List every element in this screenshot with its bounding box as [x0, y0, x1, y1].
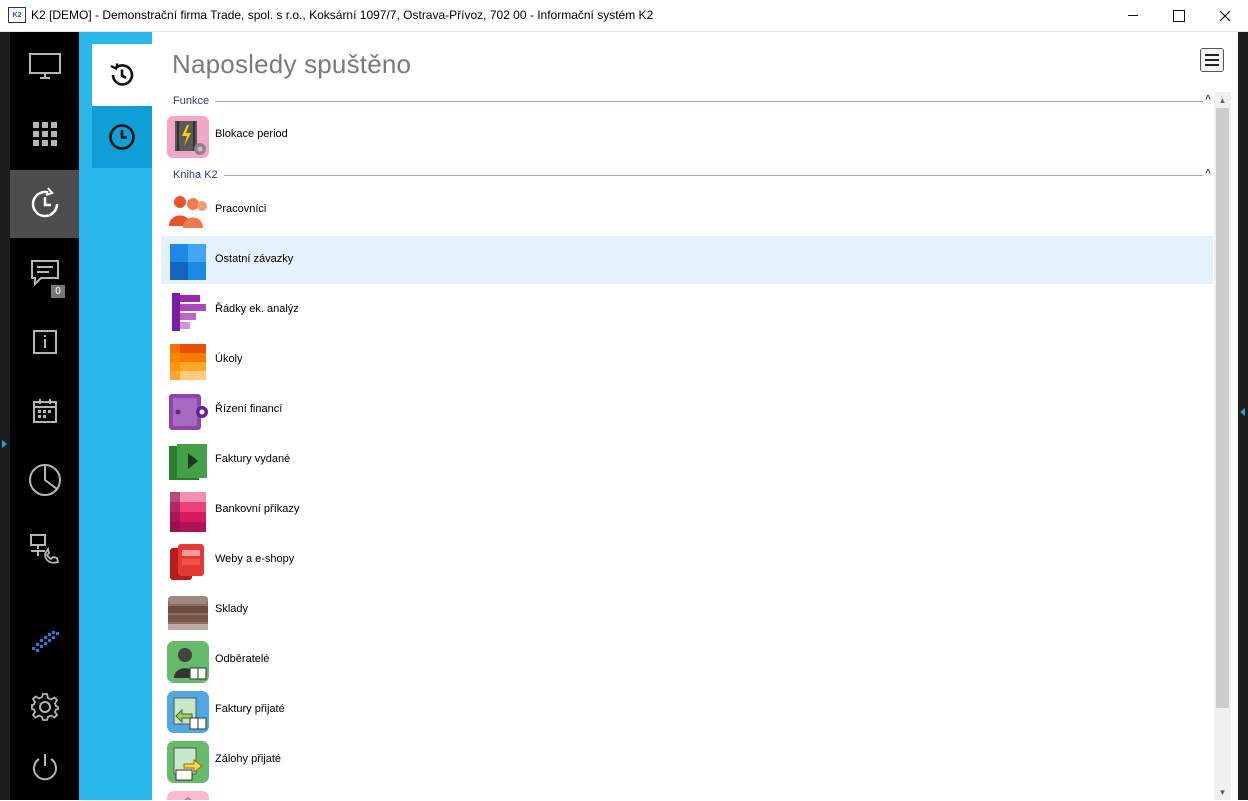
- list-item-pracovnici[interactable]: Pracovníci: [161, 186, 1213, 234]
- expand-left-icon: [2, 440, 7, 448]
- right-panel-edge[interactable]: [1238, 32, 1248, 800]
- sidebar-item-logout[interactable]: [10, 733, 79, 801]
- web-shop-icon: [170, 544, 204, 580]
- blokace-icon: [167, 116, 209, 158]
- maximize-button[interactable]: [1156, 0, 1202, 31]
- list-item-faktury-prijate[interactable]: Faktury přijaté: [161, 686, 1213, 734]
- list-item-ostatni-zavazky[interactable]: Ostatní závazky: [161, 236, 1213, 284]
- list-item-label: Řízení financí: [215, 403, 283, 415]
- group-header-funkce[interactable]: Funkce ^: [173, 94, 1211, 108]
- list-item-faktury-vydane[interactable]: Faktury vydané: [161, 436, 1213, 484]
- expand-right-icon: [1240, 408, 1245, 416]
- list-item-label: Řádky ek. analýz: [215, 303, 299, 315]
- messages-count-badge: 0: [51, 285, 65, 298]
- recent-icon: [31, 187, 58, 218]
- group-label: Kniha K2: [173, 169, 218, 181]
- customers-icon: [167, 641, 209, 683]
- invoices-received-icon: [167, 691, 209, 733]
- list-item-label: Faktury přijaté: [215, 703, 285, 715]
- list-item-label: Odběratelé: [215, 653, 270, 665]
- sidebar-item-info[interactable]: [10, 308, 79, 376]
- sidebar-item-apps[interactable]: [10, 100, 79, 168]
- divider: [223, 174, 1203, 176]
- list-item-weby-a-eshopy[interactable]: Weby a e-shopy: [161, 536, 1213, 584]
- title-bar: K2 K2 [DEMO] - Demonstrační firma Trade,…: [0, 0, 1248, 32]
- scroll-down-icon[interactable]: ▼: [1214, 784, 1231, 800]
- scroll-up-icon[interactable]: ▲: [1214, 92, 1231, 108]
- list-item-label: Faktury vydané: [215, 453, 291, 465]
- invoices-issued-icon: [169, 444, 207, 480]
- list-item-label: Zálohy přijaté: [215, 753, 282, 765]
- clock-icon: [109, 124, 135, 150]
- hamburger-menu-button[interactable]: [1200, 48, 1224, 72]
- power-icon: [32, 754, 57, 781]
- tab-history[interactable]: [92, 44, 152, 106]
- people-icon: [169, 196, 207, 228]
- list-item-blokace-period[interactable]: Blokace period: [161, 111, 1213, 159]
- tab-clock[interactable]: [92, 106, 152, 168]
- menu-icon: [1205, 54, 1219, 56]
- list-item-label: Ostatní závazky: [215, 253, 294, 265]
- list-item-odberatele[interactable]: Odběratelé: [161, 636, 1213, 684]
- list-item-label: Pracovníci: [215, 203, 267, 215]
- list-item-bankovni-prikazy[interactable]: Bankovní příkazy: [161, 486, 1213, 534]
- vertical-scrollbar[interactable]: ▲ ▼: [1214, 92, 1231, 800]
- sidebar-item-calendar[interactable]: [10, 377, 79, 445]
- list-item-radky-ek-analyz[interactable]: Řádky ek. analýz: [161, 286, 1213, 334]
- history-icon: [110, 63, 134, 86]
- list-item-label: Weby a e-shopy: [215, 553, 295, 565]
- finance-icon: [169, 394, 208, 430]
- calendar-icon: [32, 399, 57, 423]
- sidebar-item-desktop[interactable]: [10, 32, 79, 100]
- gear-icon: [30, 693, 59, 721]
- warehouse-icon: [168, 596, 208, 630]
- close-button[interactable]: [1202, 0, 1248, 31]
- list-item-label: Sklady: [215, 603, 249, 615]
- page-title: Naposledy spuštěno: [172, 49, 412, 79]
- group-header-kniha-k2[interactable]: Kniha K2 ^: [173, 168, 1211, 182]
- bank-orders-icon: [170, 492, 206, 532]
- analysis-icon: [172, 293, 206, 331]
- close-icon: [1219, 10, 1231, 21]
- collapse-chevron-icon[interactable]: ^: [1205, 94, 1211, 105]
- sidebar-item-recent[interactable]: [10, 170, 79, 238]
- view-tabs-panel: [79, 32, 152, 800]
- sidebar-item-communication[interactable]: [10, 515, 79, 583]
- network-phone-icon: [29, 534, 59, 564]
- minimize-button[interactable]: [1110, 0, 1156, 31]
- liabilities-icon: [170, 244, 206, 280]
- messages-icon: [30, 260, 59, 287]
- main-content: Naposledy spuštěno Funkce ^ Blokace peri…: [152, 32, 1238, 800]
- list-item-label: Úkoly: [215, 353, 243, 365]
- info-icon: [32, 330, 57, 354]
- divider: [215, 100, 1203, 102]
- list-item-rizeni-financi[interactable]: Řízení financí: [161, 386, 1213, 434]
- minimize-icon: [1128, 15, 1138, 16]
- advances-received-icon: [167, 741, 209, 783]
- sidebar-item-settings[interactable]: [10, 673, 79, 741]
- list-item-zalohy-prijate[interactable]: Zálohy přijaté: [161, 736, 1213, 784]
- pie-chart-icon: [28, 464, 61, 496]
- maximize-icon: [1173, 9, 1185, 22]
- k2-logo-icon: [31, 631, 59, 652]
- sidebar-item-messages[interactable]: 0: [10, 239, 79, 307]
- list-item-sklady[interactable]: Sklady: [161, 586, 1213, 634]
- sidebar-item-k2[interactable]: [10, 608, 79, 676]
- monitor-icon: [28, 53, 61, 79]
- scrollbar-thumb[interactable]: [1216, 108, 1229, 708]
- list-item-label: Blokace period: [215, 128, 288, 140]
- tasks-icon: [170, 344, 206, 380]
- app-icon: K2: [8, 7, 26, 23]
- window-title: K2 [DEMO] - Demonstrační firma Trade, sp…: [31, 8, 654, 22]
- collapse-chevron-icon[interactable]: ^: [1205, 168, 1211, 179]
- grid-icon: [32, 122, 57, 146]
- next-item-icon: [167, 791, 209, 800]
- list-item-label: Bankovní příkazy: [215, 503, 300, 515]
- main-sidebar: 0: [10, 32, 79, 800]
- left-panel-edge[interactable]: [0, 32, 10, 800]
- group-label: Funkce: [173, 95, 210, 107]
- sidebar-item-statistics[interactable]: [10, 446, 79, 514]
- list-item-ukoly[interactable]: Úkoly: [161, 336, 1213, 384]
- list-item-partial[interactable]: [161, 786, 1213, 800]
